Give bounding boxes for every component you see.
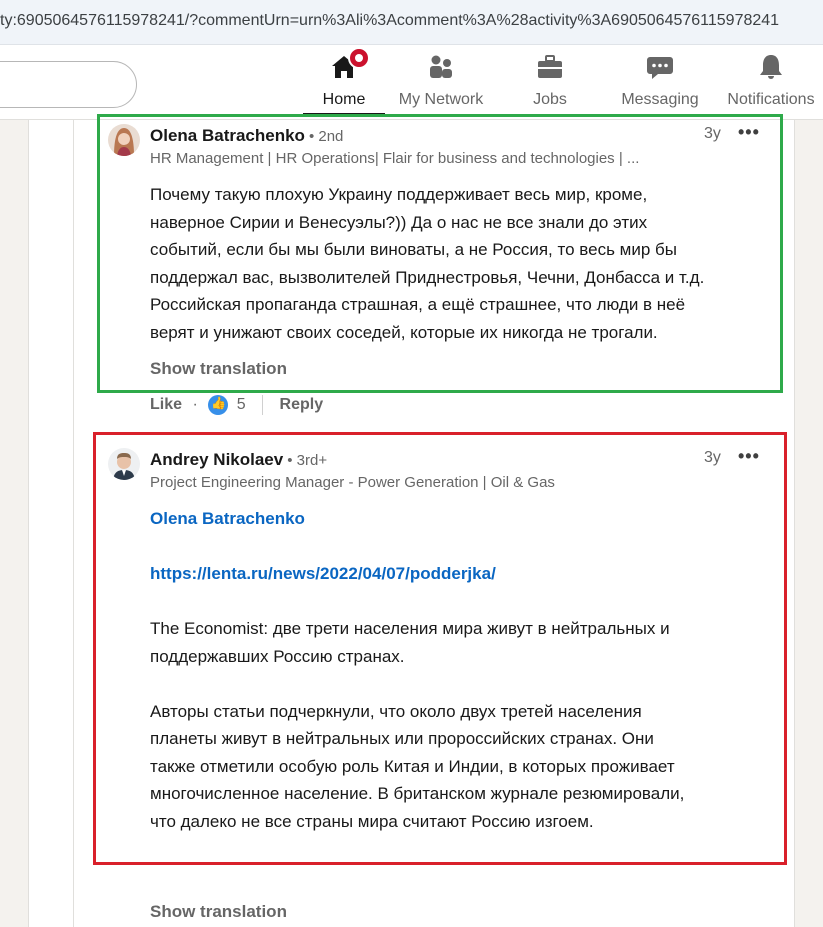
like-button[interactable]: Like: [150, 396, 182, 414]
nav-jobs[interactable]: Jobs: [528, 53, 572, 115]
nav-notifications-label: Notifications: [727, 91, 815, 108]
people-icon: [427, 53, 455, 81]
nav-home[interactable]: Home: [303, 47, 385, 115]
top-navbar: Home My Network Jobs Messaging Notificat…: [0, 45, 823, 120]
nav-messaging-label: Messaging: [621, 91, 699, 108]
nav-home-label: Home: [322, 91, 366, 108]
nav-messaging[interactable]: Messaging: [619, 53, 701, 115]
highlight-box-green: [97, 114, 783, 393]
nav-my-network-label: My Network: [398, 91, 484, 108]
nav-my-network[interactable]: My Network: [394, 53, 488, 115]
show-translation-button[interactable]: Show translation: [150, 902, 287, 922]
browser-url-bar[interactable]: ty:6905064576115978241/?commentUrn=urn%3…: [0, 0, 823, 45]
highlight-box-red: [93, 432, 787, 865]
separator-dot: ·: [192, 396, 198, 413]
divider: [262, 395, 264, 415]
comment-thread-line: [73, 120, 74, 927]
nav-notifications[interactable]: Notifications: [724, 53, 818, 115]
like-count[interactable]: 5: [237, 396, 246, 414]
home-icon: [330, 47, 370, 81]
briefcase-icon: [536, 53, 564, 81]
url-text: ty:6905064576115978241/?commentUrn=urn%3…: [0, 12, 780, 29]
notification-badge: [348, 47, 370, 69]
like-reaction-icon[interactable]: [208, 395, 229, 415]
comment-actions: Like · 5 Reply: [150, 395, 323, 419]
chat-bubble-icon: [646, 53, 674, 81]
reply-button[interactable]: Reply: [280, 396, 324, 414]
nav-jobs-label: Jobs: [533, 91, 567, 108]
search-input[interactable]: [0, 61, 137, 108]
bell-icon: [757, 53, 785, 81]
